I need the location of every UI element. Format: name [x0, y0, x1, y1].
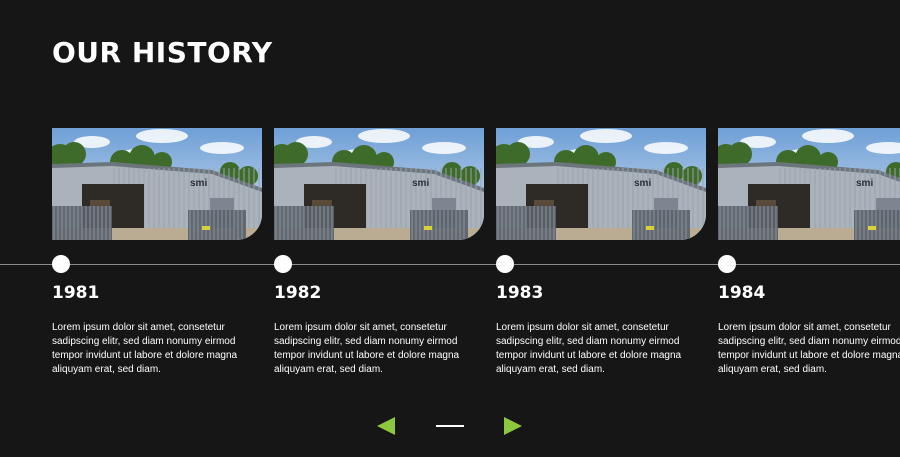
triangle-left-icon: [377, 417, 395, 435]
next-button[interactable]: [503, 416, 523, 436]
svg-text:smi: smi: [856, 178, 873, 189]
triangle-right-icon: [504, 417, 522, 435]
timeline-year: 1984: [718, 283, 766, 303]
slider-progress: [436, 425, 464, 427]
timeline-text: Lorem ipsum dolor sit amet, consetetur s…: [274, 322, 460, 375]
warehouse-illustration: smi: [496, 128, 706, 240]
svg-text:smi: smi: [634, 178, 651, 189]
timeline-item: smi 1983 Lorem ipsum dolor sit amet, con…: [496, 128, 706, 378]
timeline-dot[interactable]: [496, 255, 514, 273]
slider-navigation: [0, 414, 900, 438]
timeline-item: smi 1982 Lorem ipsum dolor sit amet, con…: [274, 128, 484, 378]
history-section: OUR HISTORY smi 1981 Lorem ipsum dolor s…: [0, 0, 900, 457]
warehouse-illustration: smi: [52, 128, 262, 240]
slider-progress-fill: [436, 425, 464, 427]
timeline-year: 1982: [274, 283, 322, 303]
section-title: OUR HISTORY: [52, 36, 273, 69]
warehouse-photo: smi: [718, 128, 900, 240]
prev-button[interactable]: [376, 416, 396, 436]
timeline-year: 1983: [496, 283, 544, 303]
warehouse-photo: smi: [274, 128, 484, 240]
timeline-dot[interactable]: [274, 255, 292, 273]
timeline-item: smi 1981 Lorem ipsum dolor sit amet, con…: [52, 128, 262, 378]
timeline-text: Lorem ipsum dolor sit amet, consetetur s…: [52, 322, 238, 375]
timeline-text: Lorem ipsum dolor sit amet, consetetur s…: [496, 322, 682, 375]
timeline-text: Lorem ipsum dolor sit amet, consetetur s…: [718, 322, 900, 375]
timeline-dot[interactable]: [52, 255, 70, 273]
warehouse-photo: smi: [52, 128, 262, 240]
timeline-year: 1981: [52, 283, 100, 303]
warehouse-illustration: smi: [274, 128, 484, 240]
warehouse-illustration: smi: [718, 128, 900, 240]
timeline-dot[interactable]: [718, 255, 736, 273]
timeline-item: smi 1984 Lorem ipsum dolor sit amet, con…: [718, 128, 900, 378]
warehouse-photo: smi: [496, 128, 706, 240]
svg-text:smi: smi: [190, 178, 207, 189]
svg-text:smi: smi: [412, 178, 429, 189]
timeline-track[interactable]: smi 1981 Lorem ipsum dolor sit amet, con…: [52, 128, 900, 388]
